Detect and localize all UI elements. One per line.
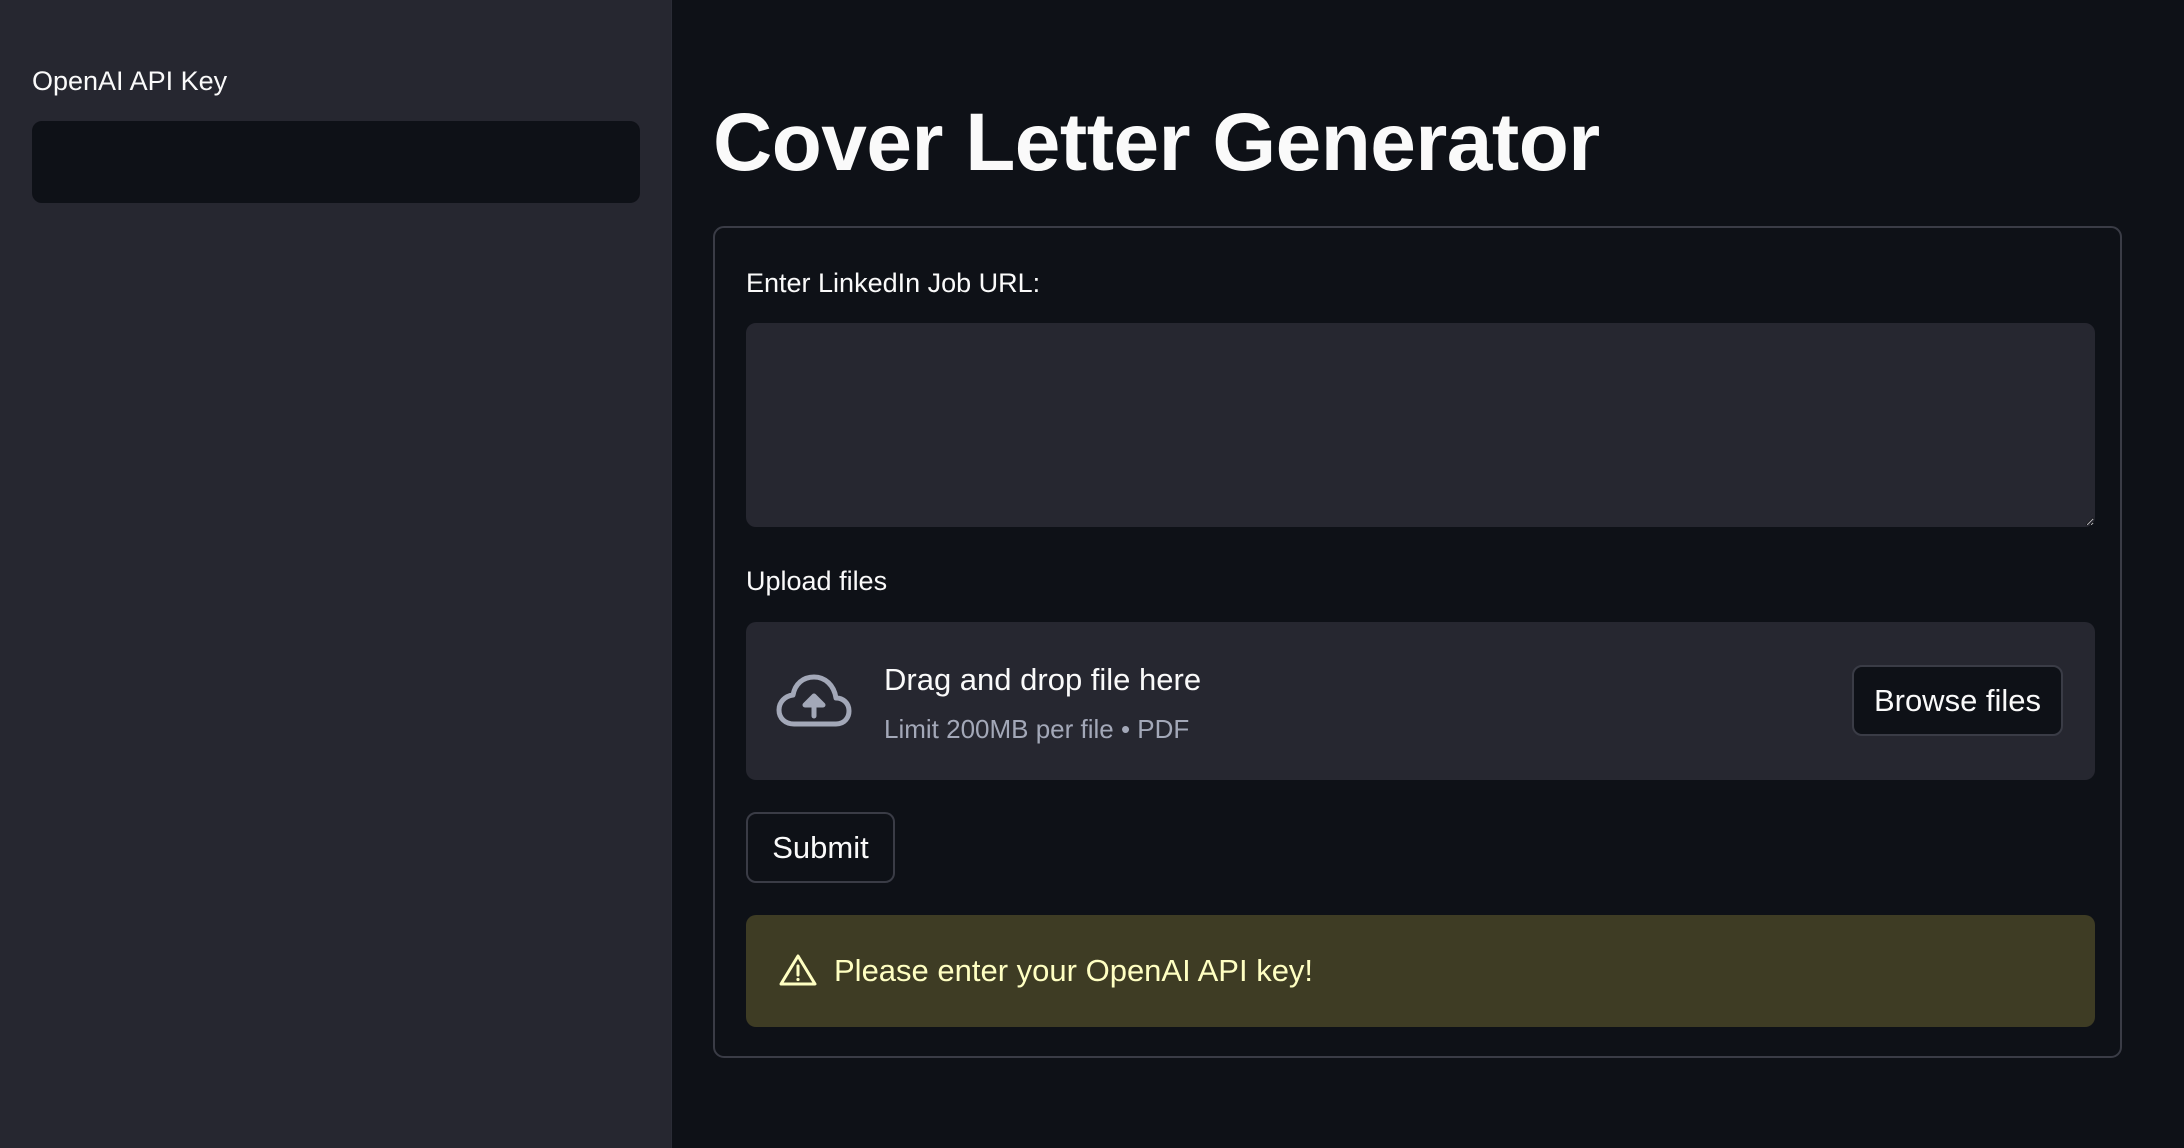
dropzone-title: Drag and drop file here [884,662,1202,697]
page-title: Cover Letter Generator [713,97,1600,188]
cover-letter-form: Enter LinkedIn Job URL: Upload files Dra… [713,226,2122,1058]
warning-message: Please enter your OpenAI API key! [834,953,1314,988]
dropzone-limit-text: Limit 200MB per file • PDF [884,714,1190,744]
api-key-label: OpenAI API Key [32,66,228,96]
file-dropzone[interactable]: Drag and drop file here Limit 200MB per … [746,622,2095,780]
cloud-upload-icon [776,672,852,730]
upload-files-label: Upload files [746,566,888,596]
warning-icon [779,953,817,987]
submit-button[interactable]: Submit [746,812,895,883]
sidebar: OpenAI API Key [0,0,672,1148]
job-url-label: Enter LinkedIn Job URL: [746,268,1041,298]
browse-files-button[interactable]: Browse files [1852,665,2063,736]
job-url-input[interactable] [746,323,2095,527]
api-key-input[interactable] [32,121,640,203]
app-root: OpenAI API Key Cover Letter Generator En… [0,0,2184,1148]
warning-alert: Please enter your OpenAI API key! [746,915,2095,1027]
